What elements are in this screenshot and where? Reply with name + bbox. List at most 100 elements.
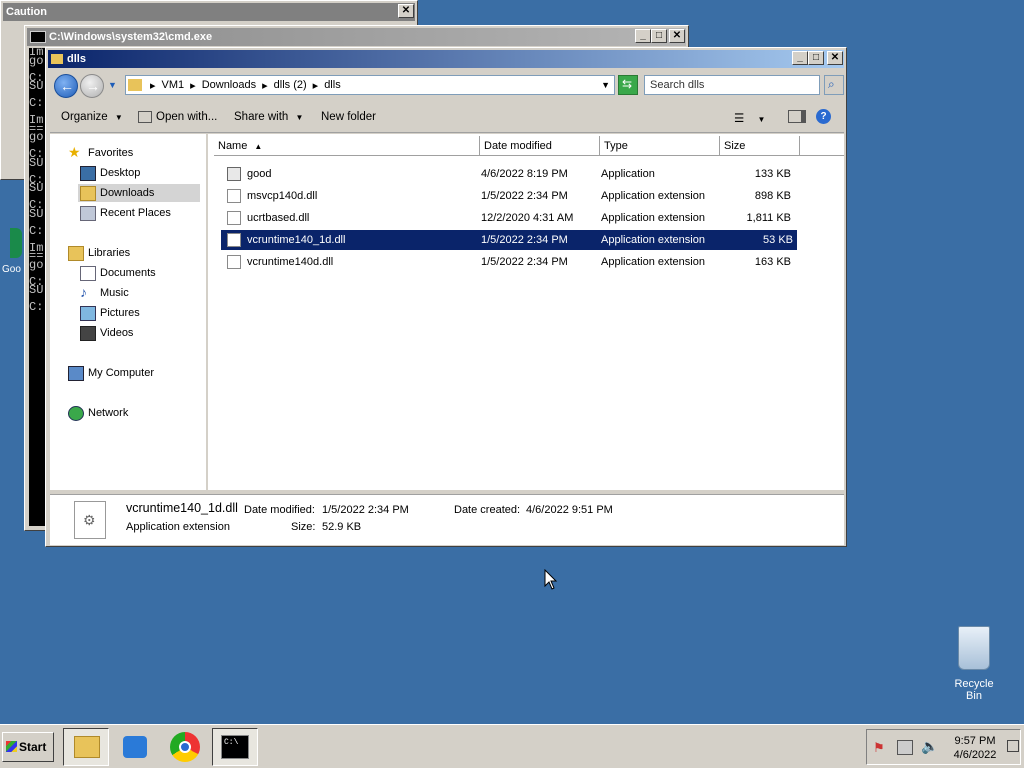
- history-dropdown-icon[interactable]: ▼: [108, 80, 117, 90]
- file-name: good: [247, 168, 272, 180]
- recycle-bin-icon: [958, 626, 990, 670]
- dll-file-icon: [227, 233, 241, 247]
- details-size-label: Size:: [291, 521, 316, 533]
- nav-label: Pictures: [100, 307, 140, 319]
- minimize-button[interactable]: _: [635, 29, 651, 43]
- share-with-menu[interactable]: Share with ▼: [234, 111, 303, 123]
- console-icon: C:\: [221, 735, 249, 759]
- file-list: Name ▲ Date modified Type Size good 4/6/…: [208, 134, 844, 490]
- taskbar-chrome-button[interactable]: [161, 728, 207, 766]
- search-input[interactable]: Search dlls: [644, 75, 820, 95]
- computer-icon: [68, 366, 84, 381]
- arrow-right-icon: →: [86, 78, 100, 94]
- column-header-empty: [800, 136, 844, 156]
- taskbar-cmd-button[interactable]: C:\: [212, 728, 258, 766]
- file-size: 1,811 KB: [746, 212, 791, 224]
- details-filetype: Application extension: [126, 521, 230, 533]
- file-date: 1/5/2022 2:34 PM: [481, 256, 568, 268]
- desktop-icon: [80, 166, 96, 181]
- help-button[interactable]: ?: [816, 109, 831, 124]
- column-header-name[interactable]: Name ▲: [214, 136, 480, 156]
- refresh-icon: ⇆: [622, 77, 633, 91]
- table-row[interactable]: ucrtbased.dll 12/2/2020 4:31 AM Applicat…: [221, 208, 797, 228]
- table-row[interactable]: vcruntime140d.dll 1/5/2022 2:34 PM Appli…: [221, 252, 797, 272]
- taskbar: Start C:\ ⚑ 🔈 9:57 PM 4/6/2022: [0, 724, 1024, 768]
- maximize-button[interactable]: □: [808, 51, 824, 65]
- recycle-bin-desktop-icon[interactable]: Recycle Bin: [946, 626, 1002, 702]
- taskbar-clock[interactable]: 9:57 PM 4/6/2022: [947, 734, 1003, 762]
- file-date: 12/2/2020 4:31 AM: [481, 212, 574, 224]
- chevron-down-icon: ▼: [114, 113, 123, 122]
- breadcrumb-item[interactable]: VM1: [162, 79, 185, 91]
- close-icon: ✕: [672, 30, 682, 41]
- close-button[interactable]: ✕: [398, 4, 414, 18]
- forward-button[interactable]: →: [80, 74, 104, 98]
- show-desktop-icon[interactable]: [1007, 740, 1019, 752]
- nav-label: Recent Places: [100, 207, 171, 219]
- nav-downloads[interactable]: Downloads: [78, 184, 200, 202]
- breadcrumb-item[interactable]: dlls (2): [274, 79, 307, 91]
- table-row-selected[interactable]: vcruntime140_1d.dll 1/5/2022 2:34 PM App…: [221, 230, 797, 250]
- help-icon: ?: [816, 109, 831, 124]
- chrome-icon: [10, 228, 22, 258]
- explorer-window[interactable]: dlls _ □ ✕ ← → ▼ ▸ VM1 ▸ Downloads ▸ dll…: [45, 47, 847, 547]
- back-button[interactable]: ←: [54, 74, 78, 98]
- nav-label: Desktop: [100, 167, 141, 179]
- file-name: vcruntime140_1d.dll: [247, 234, 346, 246]
- music-icon: ♪: [80, 284, 87, 300]
- column-header-size[interactable]: Size: [720, 136, 800, 156]
- folder-icon: [51, 54, 63, 65]
- search-button[interactable]: ⌕: [824, 75, 844, 95]
- chevron-right-icon: ▸: [150, 79, 156, 92]
- column-header-date[interactable]: Date modified: [480, 136, 600, 156]
- start-button[interactable]: Start: [2, 732, 54, 762]
- chevron-down-icon: ▼: [757, 115, 766, 124]
- sort-ascending-icon: ▲: [254, 142, 263, 151]
- folder-icon: [128, 79, 142, 91]
- file-date: 1/5/2022 2:34 PM: [481, 234, 568, 246]
- table-row[interactable]: good 4/6/2022 8:19 PM Application 133 KB: [221, 164, 797, 184]
- organize-menu[interactable]: Organize ▼: [61, 111, 123, 123]
- chevron-down-icon[interactable]: ▼: [601, 80, 610, 90]
- new-folder-button[interactable]: New folder: [321, 111, 376, 123]
- taskbar-explorer-button[interactable]: [63, 728, 109, 766]
- file-name: msvcp140d.dll: [247, 190, 318, 202]
- column-label: Type: [604, 140, 628, 152]
- action-center-flag-icon[interactable]: ⚑: [873, 740, 885, 756]
- preview-pane-button[interactable]: [788, 110, 806, 126]
- view-options-button[interactable]: ☰ ▼: [734, 111, 765, 125]
- maximize-button[interactable]: □: [651, 29, 667, 43]
- gear-icon: ⚙: [83, 512, 96, 528]
- documents-icon: [80, 266, 96, 281]
- table-row[interactable]: msvcp140d.dll 1/5/2022 2:34 PM Applicati…: [221, 186, 797, 206]
- nav-label: Libraries: [88, 247, 131, 259]
- pictures-icon: [80, 306, 96, 321]
- breadcrumb[interactable]: ▸ VM1 ▸ Downloads ▸ dlls (2) ▸ dlls ▼: [125, 75, 615, 95]
- minimize-button[interactable]: _: [792, 51, 808, 65]
- file-type: Application extension: [601, 190, 705, 202]
- column-header-type[interactable]: Type: [600, 136, 720, 156]
- breadcrumb-item[interactable]: Downloads: [202, 79, 256, 91]
- network-icon[interactable]: [897, 740, 913, 755]
- refresh-button[interactable]: ⇆: [618, 75, 638, 95]
- file-size: 53 KB: [763, 234, 793, 246]
- desktop-icon-partial[interactable]: Goo: [0, 228, 22, 276]
- open-with-label: Open with...: [156, 111, 218, 124]
- details-date-modified-label: Date modified:: [244, 504, 315, 516]
- breadcrumb-item[interactable]: dlls: [324, 79, 341, 91]
- chevron-down-icon: ▼: [295, 113, 304, 122]
- volume-icon[interactable]: 🔈: [921, 738, 938, 755]
- system-tray: ⚑ 🔈 9:57 PM 4/6/2022: [866, 729, 1021, 765]
- close-button[interactable]: ✕: [669, 29, 685, 43]
- close-button[interactable]: ✕: [827, 51, 843, 65]
- list-view-icon: ☰: [734, 113, 745, 125]
- minimize-icon: _: [640, 30, 646, 41]
- organize-label: Organize: [61, 111, 108, 123]
- taskbar-media-player-button[interactable]: [112, 728, 158, 766]
- column-label: Size: [724, 140, 746, 152]
- chevron-right-icon: ▸: [262, 79, 268, 92]
- open-with-button[interactable]: Open with...: [138, 111, 217, 123]
- chrome-icon-center: [179, 741, 191, 753]
- recycle-bin-label: Recycle Bin: [954, 678, 994, 702]
- maximize-icon: □: [812, 52, 820, 63]
